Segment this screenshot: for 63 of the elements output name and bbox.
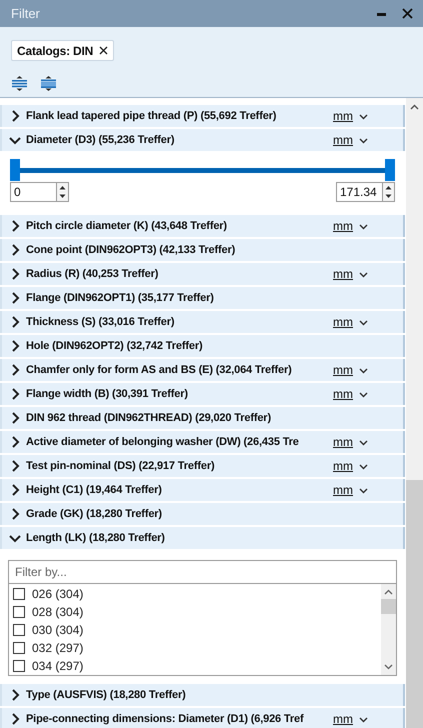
chevron-right-icon[interactable] bbox=[10, 388, 20, 400]
option-label[interactable]: 030 (304) bbox=[32, 623, 84, 637]
option-label[interactable]: 028 (304) bbox=[32, 605, 84, 619]
chevron-right-icon[interactable] bbox=[10, 340, 20, 352]
chevron-right-icon[interactable] bbox=[10, 364, 20, 376]
scroll-up-icon[interactable] bbox=[410, 104, 419, 110]
filter-title[interactable]: Height (C1) (19,464 Treffer) bbox=[26, 484, 162, 496]
filter-title[interactable]: Test pin-nominal (DS) (22,917 Treffer) bbox=[26, 460, 214, 472]
option-label[interactable]: 026 (304) bbox=[32, 587, 84, 601]
chevron-down-icon[interactable] bbox=[9, 534, 21, 543]
filter-field[interactable]: Filter by... bbox=[8, 560, 397, 584]
window-title: Filter bbox=[11, 6, 41, 21]
chevron-right-icon[interactable] bbox=[10, 292, 20, 304]
filter-title[interactable]: Pitch circle diameter (K) (43,648 Treffer) bbox=[26, 220, 227, 232]
number-field[interactable]: 171.34 bbox=[336, 182, 382, 202]
filter-title[interactable]: Diameter (D3) (55,236 Treffer) bbox=[26, 134, 174, 146]
minimize-icon[interactable] bbox=[377, 12, 386, 16]
chevron-right-icon[interactable] bbox=[10, 110, 20, 122]
chevron-right-icon[interactable] bbox=[10, 316, 20, 328]
slider-thumb[interactable] bbox=[10, 159, 20, 181]
slider-thumb[interactable] bbox=[385, 159, 395, 181]
chevron-right-icon[interactable] bbox=[10, 713, 20, 725]
chevron-right-icon[interactable] bbox=[10, 412, 20, 424]
chevron-right-icon[interactable] bbox=[10, 244, 20, 256]
filter-title[interactable]: Grade (GK) (18,280 Treffer) bbox=[26, 508, 162, 520]
filter-chip[interactable]: Catalogs: DIN bbox=[11, 40, 114, 61]
spin-buttons[interactable] bbox=[56, 182, 69, 202]
expand-all-icon[interactable] bbox=[12, 76, 27, 91]
filter-title[interactable]: Thickness (S) (33,016 Treffer) bbox=[26, 316, 174, 328]
chevron-right-icon[interactable] bbox=[10, 220, 20, 232]
scrollbar-thumb[interactable] bbox=[381, 599, 396, 614]
chevron-right-icon[interactable] bbox=[10, 689, 20, 701]
scrollbar[interactable] bbox=[381, 584, 396, 675]
checkbox[interactable] bbox=[13, 642, 25, 654]
chevron-right-icon[interactable] bbox=[10, 436, 20, 448]
close-icon[interactable] bbox=[402, 8, 413, 19]
scroll-down-icon[interactable] bbox=[384, 664, 393, 670]
chevron-right-icon[interactable] bbox=[10, 508, 20, 520]
chevron-down-icon[interactable] bbox=[9, 136, 21, 145]
option-label[interactable]: 034 (297) bbox=[32, 659, 84, 673]
filter-title[interactable]: Radius (R) (40,253 Treffer) bbox=[26, 268, 158, 280]
filter-title[interactable]: Flank lead tapered pipe thread (P) (55,692 Treffer) bbox=[26, 110, 276, 122]
number-field[interactable]: 0 bbox=[10, 182, 56, 202]
chevron-right-icon[interactable] bbox=[10, 460, 20, 472]
option-label[interactable]: 032 (297) bbox=[32, 641, 84, 655]
scrollbar-thumb[interactable] bbox=[406, 480, 423, 728]
chip-label: Catalogs: DIN bbox=[17, 44, 94, 58]
scroll-up-icon[interactable] bbox=[384, 589, 393, 595]
checkbox[interactable] bbox=[13, 660, 25, 672]
filter-title[interactable]: Chamfer only for form AS and BS (E) (32,064 Treffer) bbox=[26, 364, 292, 376]
scrollbar[interactable] bbox=[406, 98, 423, 728]
checkbox[interactable] bbox=[13, 624, 25, 636]
checkbox[interactable] bbox=[13, 588, 25, 600]
filter-title[interactable]: Active diameter of belonging washer (DW) (26,435 Tre bbox=[26, 436, 299, 448]
filter-title[interactable]: Length (LK) (18,280 Treffer) bbox=[26, 532, 165, 544]
filter-title[interactable]: Pipe-connecting dimensions: Diameter (D1) (6,926 Tref bbox=[26, 713, 304, 725]
chevron-right-icon[interactable] bbox=[10, 484, 20, 496]
close-icon[interactable] bbox=[99, 46, 108, 55]
collapse-all-icon[interactable] bbox=[41, 76, 56, 91]
spin-buttons[interactable] bbox=[382, 182, 395, 202]
checkbox[interactable] bbox=[13, 606, 25, 618]
filter-title[interactable]: Flange width (B) (30,391 Treffer) bbox=[26, 388, 188, 400]
chevron-right-icon[interactable] bbox=[10, 268, 20, 280]
